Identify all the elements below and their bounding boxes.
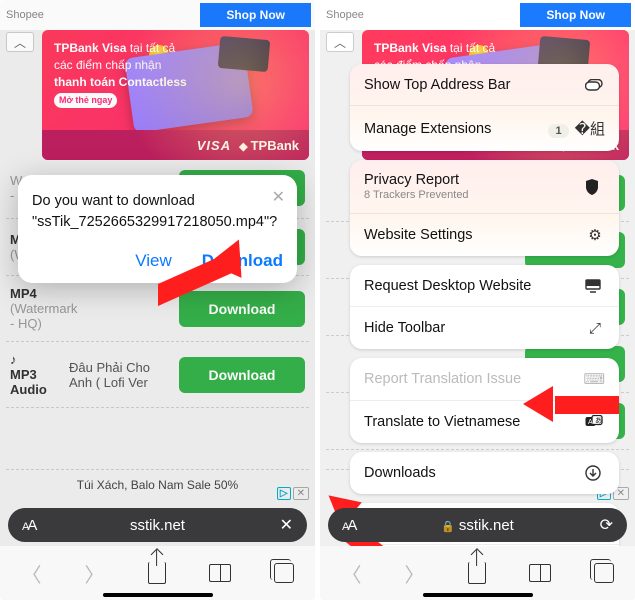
lock-icon: 🔒 — [441, 521, 455, 533]
menu-sublabel: 8 Trackers Prevented — [364, 189, 469, 201]
download-dialog: Do you want to download "ssTik_725266532… — [18, 175, 297, 283]
share-button[interactable] — [468, 562, 486, 584]
download-confirm-button[interactable]: Download — [202, 251, 283, 271]
url-text: sstik.net — [130, 517, 185, 534]
menu-label: Translate to Vietnamese — [364, 414, 520, 430]
view-button[interactable]: View — [135, 251, 172, 271]
left-screenshot: Shopee Shop Now ︿ TPBank Visa tại tất cả… — [0, 0, 315, 600]
safari-toolbar: 〈 〉 — [320, 546, 635, 600]
back-button[interactable]: 〈 — [22, 559, 42, 588]
menu-translate[interactable]: Translate to Vietnamese Aあ — [350, 401, 619, 443]
desktop-icon — [585, 279, 605, 293]
menu-label: Privacy Report — [364, 172, 459, 188]
menu-request-desktop[interactable]: Request Desktop Website — [350, 265, 619, 307]
share-button[interactable] — [148, 562, 166, 584]
menu-label: Show Top Address Bar — [364, 77, 510, 93]
home-indicator — [103, 593, 213, 597]
menu-label: Manage Extensions — [364, 121, 491, 137]
menu-label: Website Settings — [364, 227, 473, 243]
text-size-button[interactable]: AA — [342, 517, 355, 534]
back-button[interactable]: 〈 — [342, 559, 362, 588]
menu-label: Hide Toolbar — [364, 320, 445, 336]
expand-icon: ⤢ — [585, 320, 605, 337]
home-indicator — [423, 593, 533, 597]
collapse-ad-button[interactable]: ︿ — [326, 32, 354, 52]
reload-button[interactable]: ⟳ — [600, 515, 613, 535]
gear-icon: ⚙︎ — [585, 226, 605, 244]
puzzle-icon: �組 — [575, 121, 605, 138]
menu-label: Request Desktop Website — [364, 278, 531, 294]
forward-button[interactable]: 〉 — [405, 559, 425, 588]
stop-reload-button[interactable]: ✕ — [280, 515, 293, 535]
dialog-text: Do you want to download — [32, 193, 195, 209]
download-icon — [585, 465, 605, 481]
dialog-close-button[interactable]: ✕ — [272, 187, 285, 207]
menu-hide-toolbar[interactable]: Hide Toolbar ⤢ — [350, 307, 619, 349]
bookmarks-button[interactable] — [529, 564, 551, 582]
tabs-button[interactable] — [594, 563, 614, 583]
safari-toolbar: 〈 〉 — [0, 546, 315, 600]
svg-text:あ: あ — [595, 417, 602, 425]
ad-strip: Shopee Shop Now — [320, 0, 635, 30]
address-bar[interactable]: AA sstik.net ✕ — [8, 508, 307, 542]
extensions-count-badge: 1 — [548, 124, 568, 138]
shop-now-button[interactable]: Shop Now — [520, 3, 631, 27]
page-settings-menu: Show Top Address Bar Manage Extensions 1… — [350, 64, 619, 476]
menu-downloads[interactable]: Downloads — [350, 452, 619, 494]
menu-show-top-address-bar[interactable]: Show Top Address Bar — [350, 64, 619, 106]
menu-website-settings[interactable]: Website Settings ⚙︎ — [350, 214, 619, 256]
translate-icon: Aあ — [585, 415, 605, 429]
switch-icon — [585, 79, 605, 91]
text-size-button[interactable]: AA — [22, 517, 35, 534]
menu-privacy-report[interactable]: Privacy Report8 Trackers Prevented — [350, 160, 619, 214]
svg-text:A: A — [588, 419, 593, 426]
menu-manage-extensions[interactable]: Manage Extensions 1 �組 — [350, 106, 619, 151]
menu-report-translation: Report Translation Issue ⌨︎ — [350, 358, 619, 401]
url-text: sstik.net — [459, 517, 514, 534]
menu-label: Downloads — [364, 465, 436, 481]
address-bar[interactable]: AA 🔒 sstik.net ⟳ — [328, 508, 627, 542]
forward-button[interactable]: 〉 — [85, 559, 105, 588]
tabs-button[interactable] — [274, 563, 294, 583]
menu-label: Report Translation Issue — [364, 371, 521, 387]
right-screenshot: Shopee Shop Now ︿ TPBank Visa tại tất cả… — [320, 0, 635, 600]
bookmarks-button[interactable] — [209, 564, 231, 582]
ad-site-label: Shopee — [326, 9, 364, 21]
shield-icon — [585, 179, 605, 195]
bubble-icon: ⌨︎ — [583, 370, 605, 388]
dialog-filename: "ssTik_7252665329917218050.mp4"? — [32, 214, 277, 230]
